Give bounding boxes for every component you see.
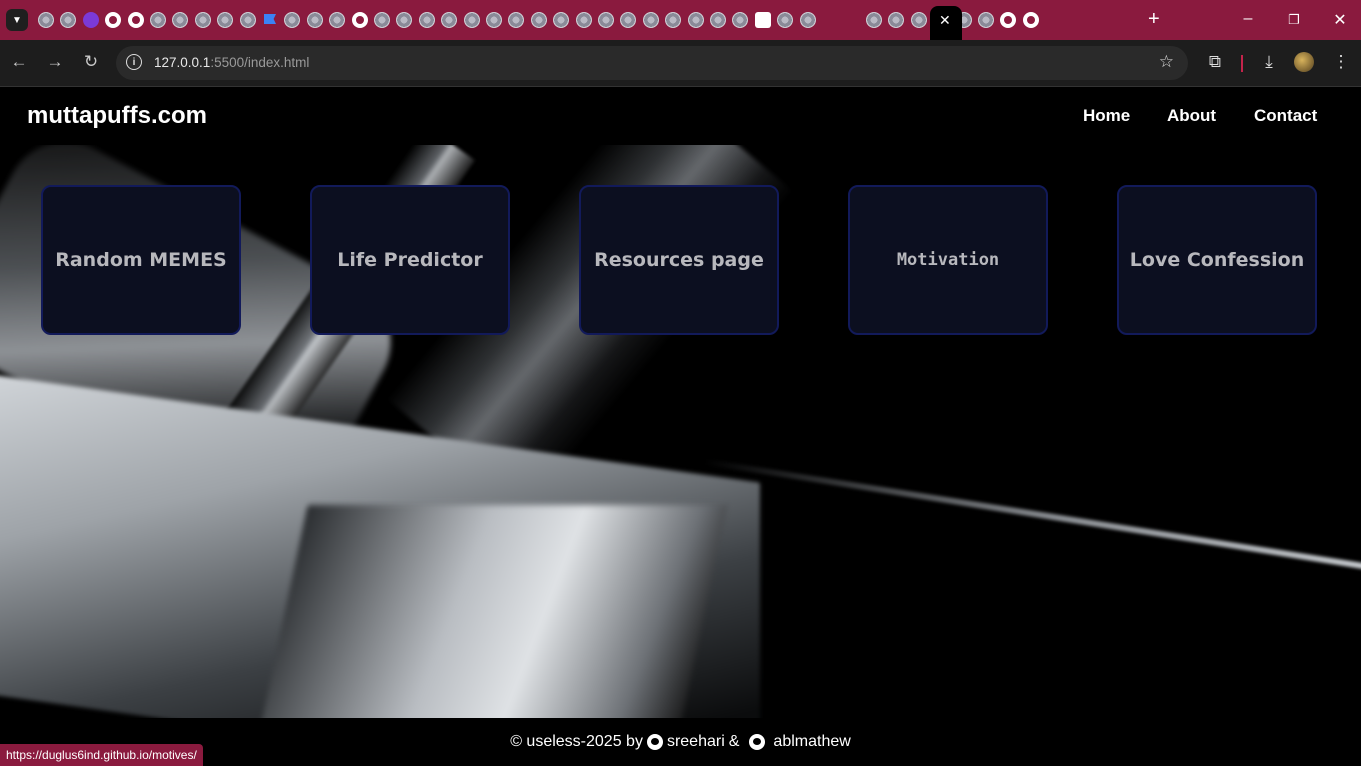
- tab-globe-icon[interactable]: [642, 12, 659, 28]
- card-resources-page[interactable]: Resources page: [579, 185, 779, 335]
- profile-avatar[interactable]: [1294, 52, 1314, 72]
- screenshot-icon[interactable]: ⧉: [1204, 52, 1226, 72]
- nav-about-link[interactable]: About: [1167, 106, 1216, 126]
- new-tab-button[interactable]: +: [1148, 8, 1160, 31]
- tab-globe-icon[interactable]: [217, 12, 234, 28]
- tab-globe-icon[interactable]: [530, 12, 547, 28]
- site-footer: © useless-2025 by sreehari & ablmathew: [0, 718, 1361, 766]
- tab-globe-icon[interactable]: [486, 12, 502, 28]
- tab-globe-icon[interactable]: [396, 12, 413, 28]
- tab-globe-icon[interactable]: [284, 12, 301, 28]
- tab-globe-icon[interactable]: [866, 12, 882, 28]
- site-info-icon[interactable]: i: [126, 54, 142, 70]
- tab-globe-icon[interactable]: [463, 12, 480, 28]
- tab-globe-icon[interactable]: [38, 12, 54, 28]
- card-motivation[interactable]: Motivation: [848, 185, 1048, 335]
- tab-u-icon[interactable]: [82, 12, 99, 28]
- card-life-predictor[interactable]: Life Predictor: [310, 185, 510, 335]
- tab-globe-icon[interactable]: [710, 12, 726, 28]
- web-page: muttapuffs.com Home About Contact Random…: [0, 88, 1361, 766]
- tab-globe-icon[interactable]: [239, 12, 256, 28]
- tab-globe-icon[interactable]: [329, 12, 346, 28]
- tab-globe-icon[interactable]: [374, 12, 390, 28]
- site-header: muttapuffs.com Home About Contact: [0, 88, 1361, 145]
- tab-globe-icon[interactable]: [732, 12, 749, 28]
- bg-shape: [703, 458, 1361, 578]
- tab-globe-icon[interactable]: [194, 12, 211, 28]
- tab-globe-icon[interactable]: [441, 12, 458, 28]
- toolbar: ← → ↻ i 127.0.0.1:5500/index.html ☆ ⧉ ⤓ …: [0, 40, 1361, 87]
- github-icon: [749, 734, 766, 750]
- back-button[interactable]: ←: [8, 52, 30, 72]
- status-bar-url: https://duglus6ind.github.io/motives/: [0, 744, 203, 766]
- tab-globe-icon[interactable]: [777, 12, 794, 28]
- tab-list: [34, 0, 1144, 40]
- tab-globe-icon[interactable]: [687, 12, 704, 28]
- tab-globe-icon[interactable]: [799, 12, 816, 28]
- card-love-confession[interactable]: Love Confession: [1117, 185, 1317, 335]
- tab-globe-icon[interactable]: [60, 12, 77, 28]
- tab-globe-icon[interactable]: [553, 12, 570, 28]
- nav-contact-link[interactable]: Contact: [1254, 106, 1317, 126]
- bg-shape: [252, 505, 728, 718]
- minimize-button[interactable]: –: [1238, 10, 1258, 28]
- close-window-button[interactable]: ✕: [1330, 10, 1350, 30]
- forward-button[interactable]: →: [44, 52, 66, 72]
- tab-github-icon[interactable]: [351, 12, 368, 28]
- hero-background: Random MEMES Life Predictor Resources pa…: [0, 145, 1361, 718]
- tab-github-icon[interactable]: [105, 12, 122, 28]
- bookmark-star-icon[interactable]: ☆: [1159, 52, 1174, 72]
- github-icon: [646, 734, 663, 750]
- footer-copyright: © useless-2025 by: [510, 733, 643, 750]
- tab-globe-icon[interactable]: [665, 12, 682, 28]
- tab-globe-icon[interactable]: [620, 12, 637, 28]
- card-random-memes[interactable]: Random MEMES: [41, 185, 241, 335]
- address-bar[interactable]: i 127.0.0.1:5500/index.html ☆: [116, 46, 1188, 80]
- tab-globe-icon[interactable]: [598, 12, 614, 28]
- footer-author-ablmathew[interactable]: ablmathew: [773, 733, 850, 751]
- footer-ampersand: &: [728, 733, 740, 750]
- footer-author-sreehari[interactable]: sreehari: [667, 733, 725, 751]
- menu-icon[interactable]: ⋮: [1330, 52, 1352, 72]
- tab-search-button[interactable]: ▼: [6, 9, 28, 31]
- site-logo[interactable]: muttapuffs.com: [27, 102, 207, 130]
- url-text[interactable]: 127.0.0.1:5500/index.html: [154, 55, 309, 70]
- active-tab[interactable]: ✕: [930, 6, 962, 40]
- tab-globe-icon[interactable]: [150, 12, 166, 28]
- tab-p-icon[interactable]: [754, 12, 771, 28]
- tab-globe-icon[interactable]: [306, 12, 323, 28]
- reload-button[interactable]: ↻: [80, 52, 102, 72]
- tab-globe-icon[interactable]: [910, 12, 927, 28]
- download-icon[interactable]: ⤓: [1258, 52, 1280, 72]
- tab-globe-icon[interactable]: [978, 12, 994, 28]
- close-tab-icon[interactable]: ✕: [939, 12, 951, 29]
- tab-github-icon[interactable]: [1022, 12, 1039, 28]
- tab-globe-icon[interactable]: [575, 12, 592, 28]
- tab-globe-icon[interactable]: [508, 12, 525, 28]
- tab-globe-icon[interactable]: [418, 12, 435, 28]
- tab-github-icon[interactable]: [127, 12, 144, 28]
- tab-globe-icon[interactable]: [172, 12, 189, 28]
- tab-globe-icon[interactable]: [888, 12, 905, 28]
- restore-button[interactable]: ❐: [1284, 12, 1304, 28]
- tab-github-icon[interactable]: [1000, 12, 1017, 28]
- tab-flag-icon[interactable]: [262, 12, 278, 28]
- tab-strip: ▼ ✕ + – ❐ ✕: [0, 0, 1361, 40]
- toolbar-divider: [1241, 55, 1243, 72]
- nav-home-link[interactable]: Home: [1083, 106, 1130, 126]
